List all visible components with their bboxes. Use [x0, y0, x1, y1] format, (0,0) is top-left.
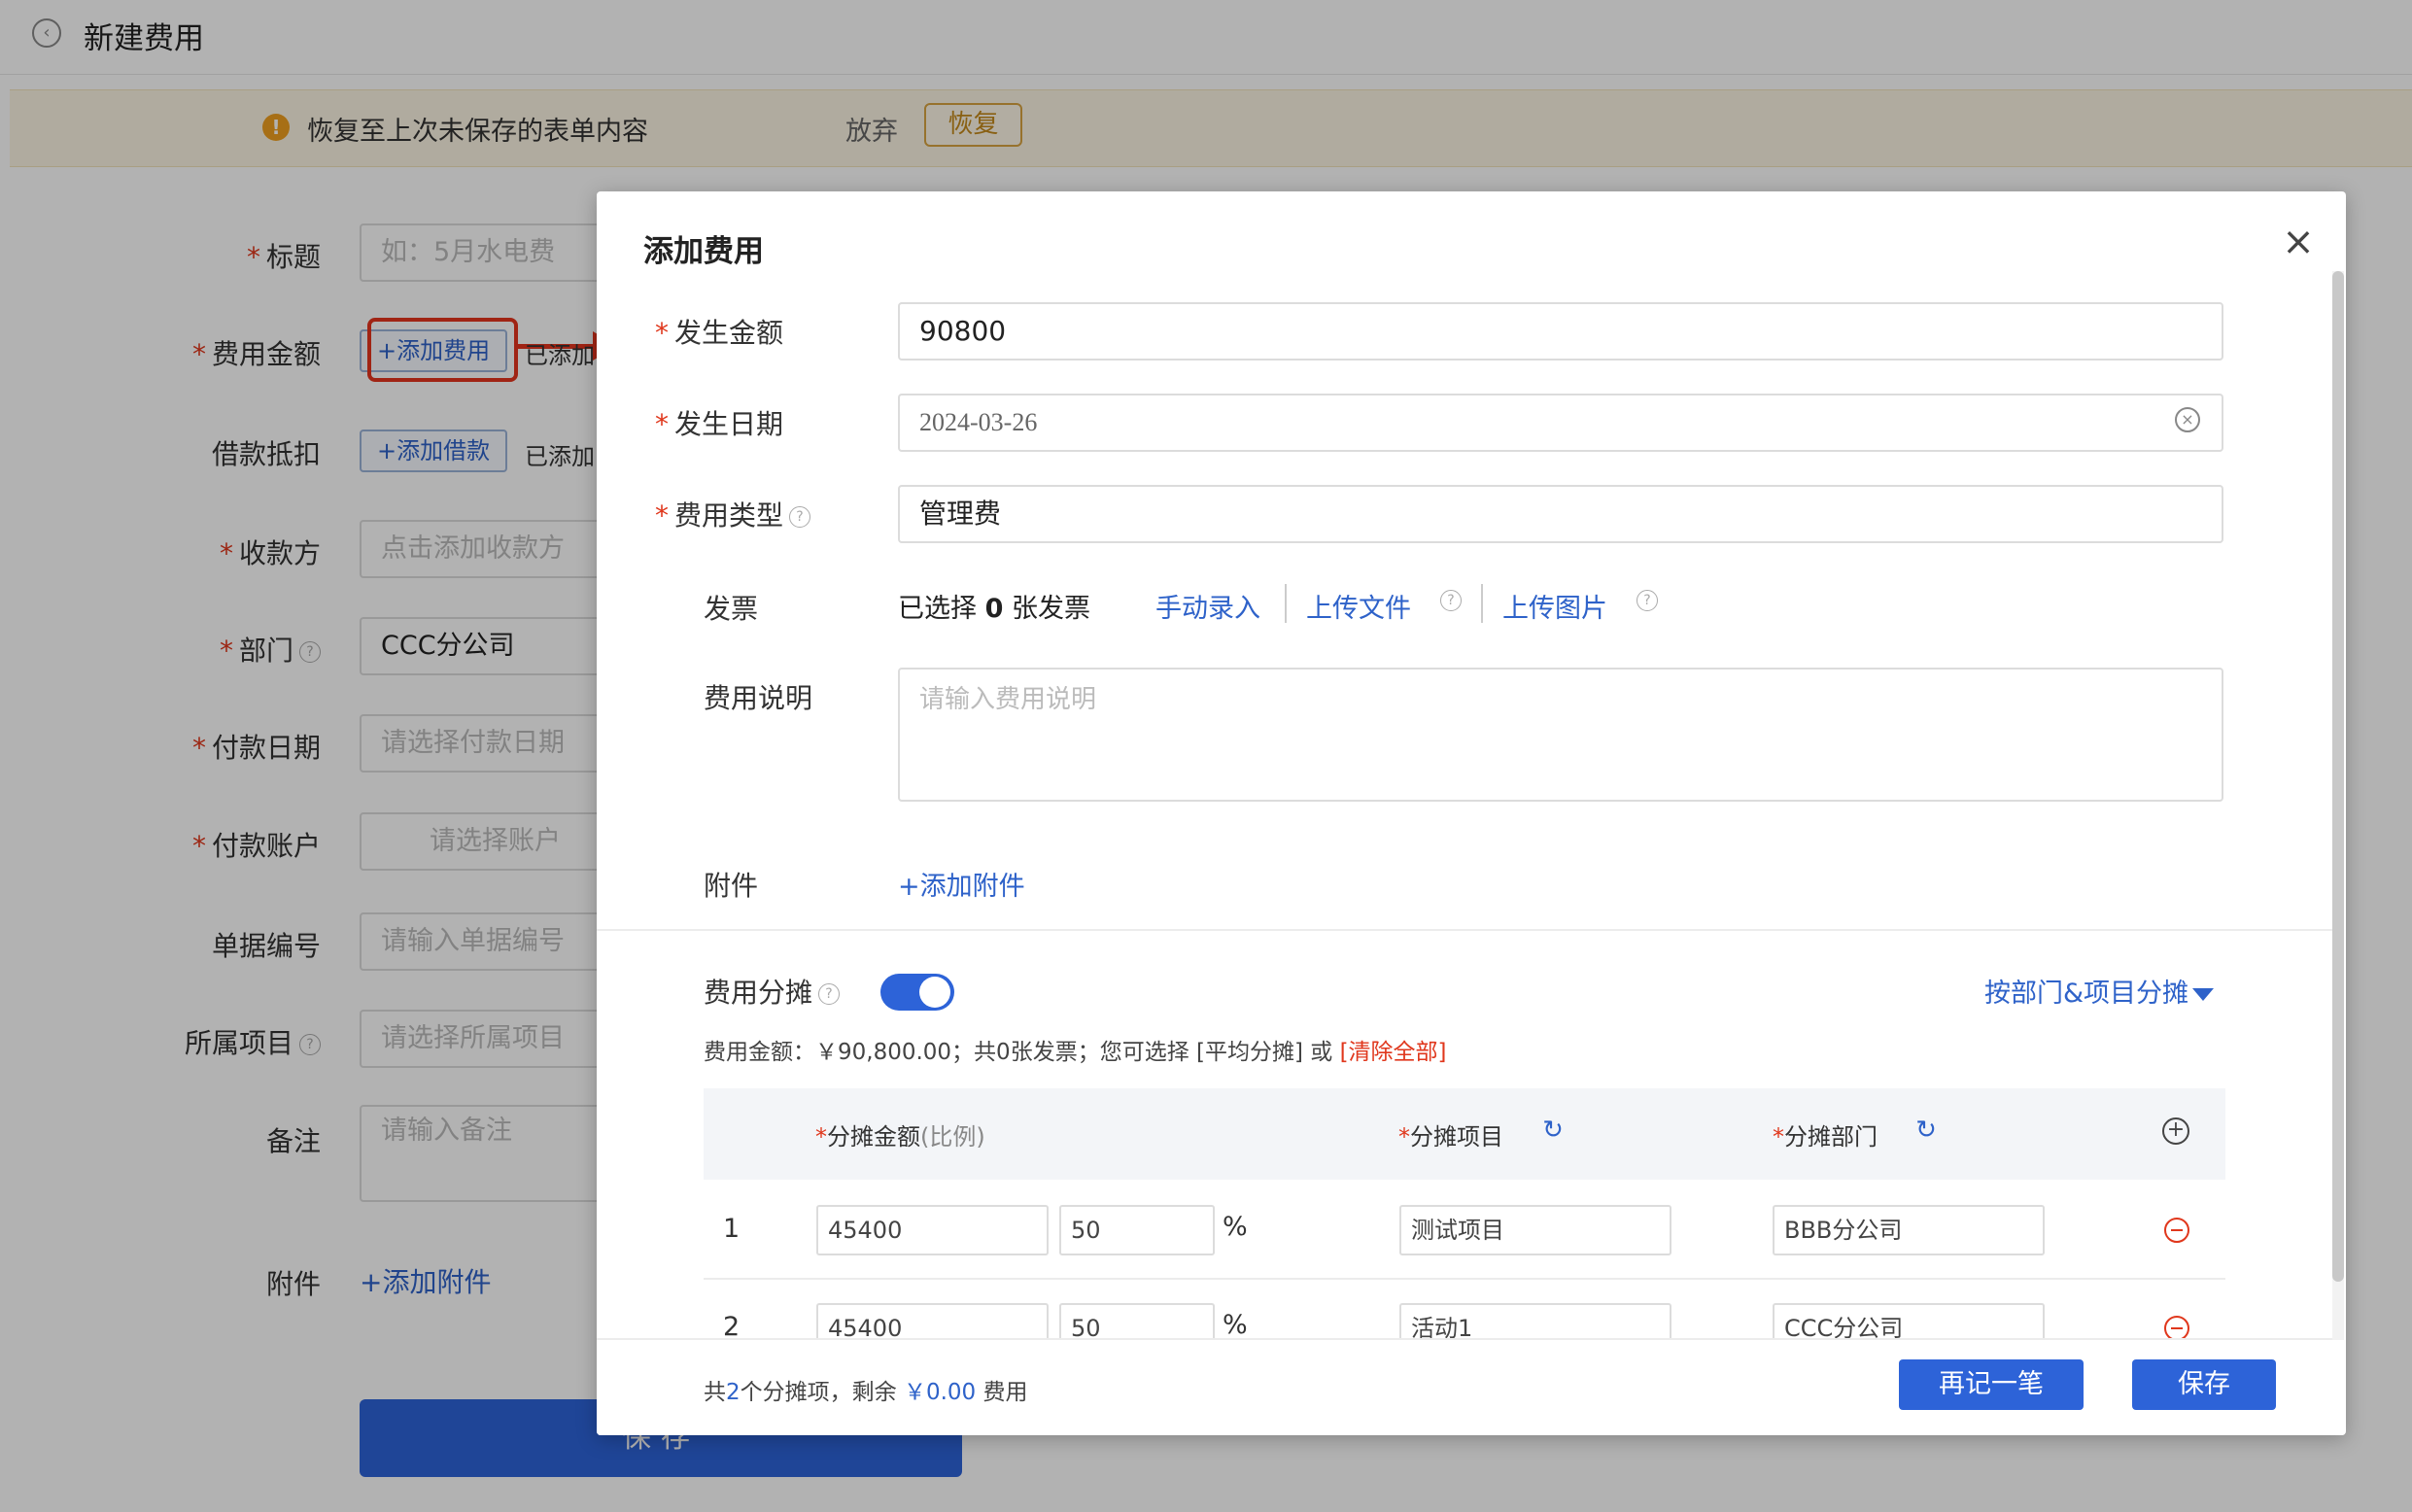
amount-input[interactable]: 90800	[898, 302, 2223, 361]
modal-footer: 共2个分摊项，剩余 ￥0.00 费用 再记一笔 保存	[597, 1338, 2332, 1435]
manual-entry-link[interactable]: 手动录入	[1155, 587, 1260, 625]
add-expense-modal: 添加费用 × * 发生金额 90800 * 发生日期 2024-03-26 × * 费…	[597, 191, 2346, 1435]
split-ratio-input[interactable]: 50	[1059, 1205, 1215, 1255]
col-dept-header: *分摊部门	[1773, 1123, 1878, 1151]
split-project-select[interactable]: 测试项目	[1399, 1205, 1671, 1255]
clear-all-link[interactable]: [清除全部]	[1340, 1040, 1447, 1065]
refresh-icon[interactable]: ↻	[1541, 1117, 1565, 1143]
separator	[1285, 584, 1287, 623]
percent-sign: %	[1223, 1310, 1248, 1340]
type-select[interactable]: 管理费	[898, 485, 2223, 543]
caret-down-icon	[2192, 988, 2215, 1001]
split-label: 费用分摊?	[704, 972, 841, 1011]
split-dept-select[interactable]: BBB分公司	[1773, 1205, 2045, 1255]
help-icon: ?	[789, 506, 811, 528]
split-toggle[interactable]	[880, 974, 954, 1011]
toggle-knob	[919, 977, 950, 1008]
help-icon: ?	[1631, 590, 1658, 611]
upload-file-link[interactable]: 上传文件	[1306, 587, 1411, 625]
clear-date-icon[interactable]: ×	[2175, 407, 2200, 432]
remove-row-icon[interactable]	[2164, 1218, 2189, 1243]
percent-sign: %	[1223, 1212, 1248, 1242]
attach-label: 附件	[704, 870, 759, 902]
upload-image-link[interactable]: 上传图片	[1502, 587, 1607, 625]
type-label: * 费用类型?	[655, 495, 811, 533]
invoice-label: 发票	[704, 593, 759, 625]
split-amount-input[interactable]: 45400	[816, 1205, 1049, 1255]
split-summary: 费用金额：￥90,800.00；共0张发票；您可选择 [平均分摊] 或 [清除全…	[704, 1040, 1447, 1065]
scrollbar-thumb[interactable]	[2332, 271, 2344, 1282]
add-attachment-link[interactable]: +添加附件	[898, 865, 1025, 903]
date-input[interactable]: 2024-03-26	[898, 394, 2223, 452]
col-project-header: *分摊项目	[1398, 1123, 1503, 1151]
help-icon: ?	[1434, 590, 1462, 611]
desc-label: 费用说明	[704, 682, 813, 714]
refresh-icon[interactable]: ↻	[1914, 1117, 1938, 1143]
col-amount-header: *分摊金额(比例)	[815, 1123, 985, 1151]
add-row-icon[interactable]: +	[2162, 1117, 2189, 1145]
section-divider	[597, 929, 2332, 931]
split-mode-dropdown[interactable]: 按部门&项目分摊	[1984, 972, 2215, 1010]
separator	[1481, 584, 1483, 623]
save-button[interactable]: 保存	[2132, 1359, 2276, 1410]
help-icon: ?	[818, 983, 841, 1005]
modal-title: 添加费用	[643, 234, 764, 269]
row-divider	[704, 1278, 2225, 1280]
desc-textarea[interactable]: 请输入费用说明	[898, 668, 2223, 802]
row-number: 1	[723, 1214, 741, 1244]
date-label: * 发生日期	[655, 408, 784, 440]
split-footer-info: 共2个分摊项，剩余 ￥0.00 费用	[704, 1380, 1028, 1405]
invoice-selected-text: 已选择 0 张发票	[898, 594, 1090, 624]
close-icon[interactable]: ×	[2279, 223, 2318, 261]
amount-label: * 发生金额	[655, 317, 784, 349]
record-another-button[interactable]: 再记一笔	[1899, 1359, 2084, 1410]
